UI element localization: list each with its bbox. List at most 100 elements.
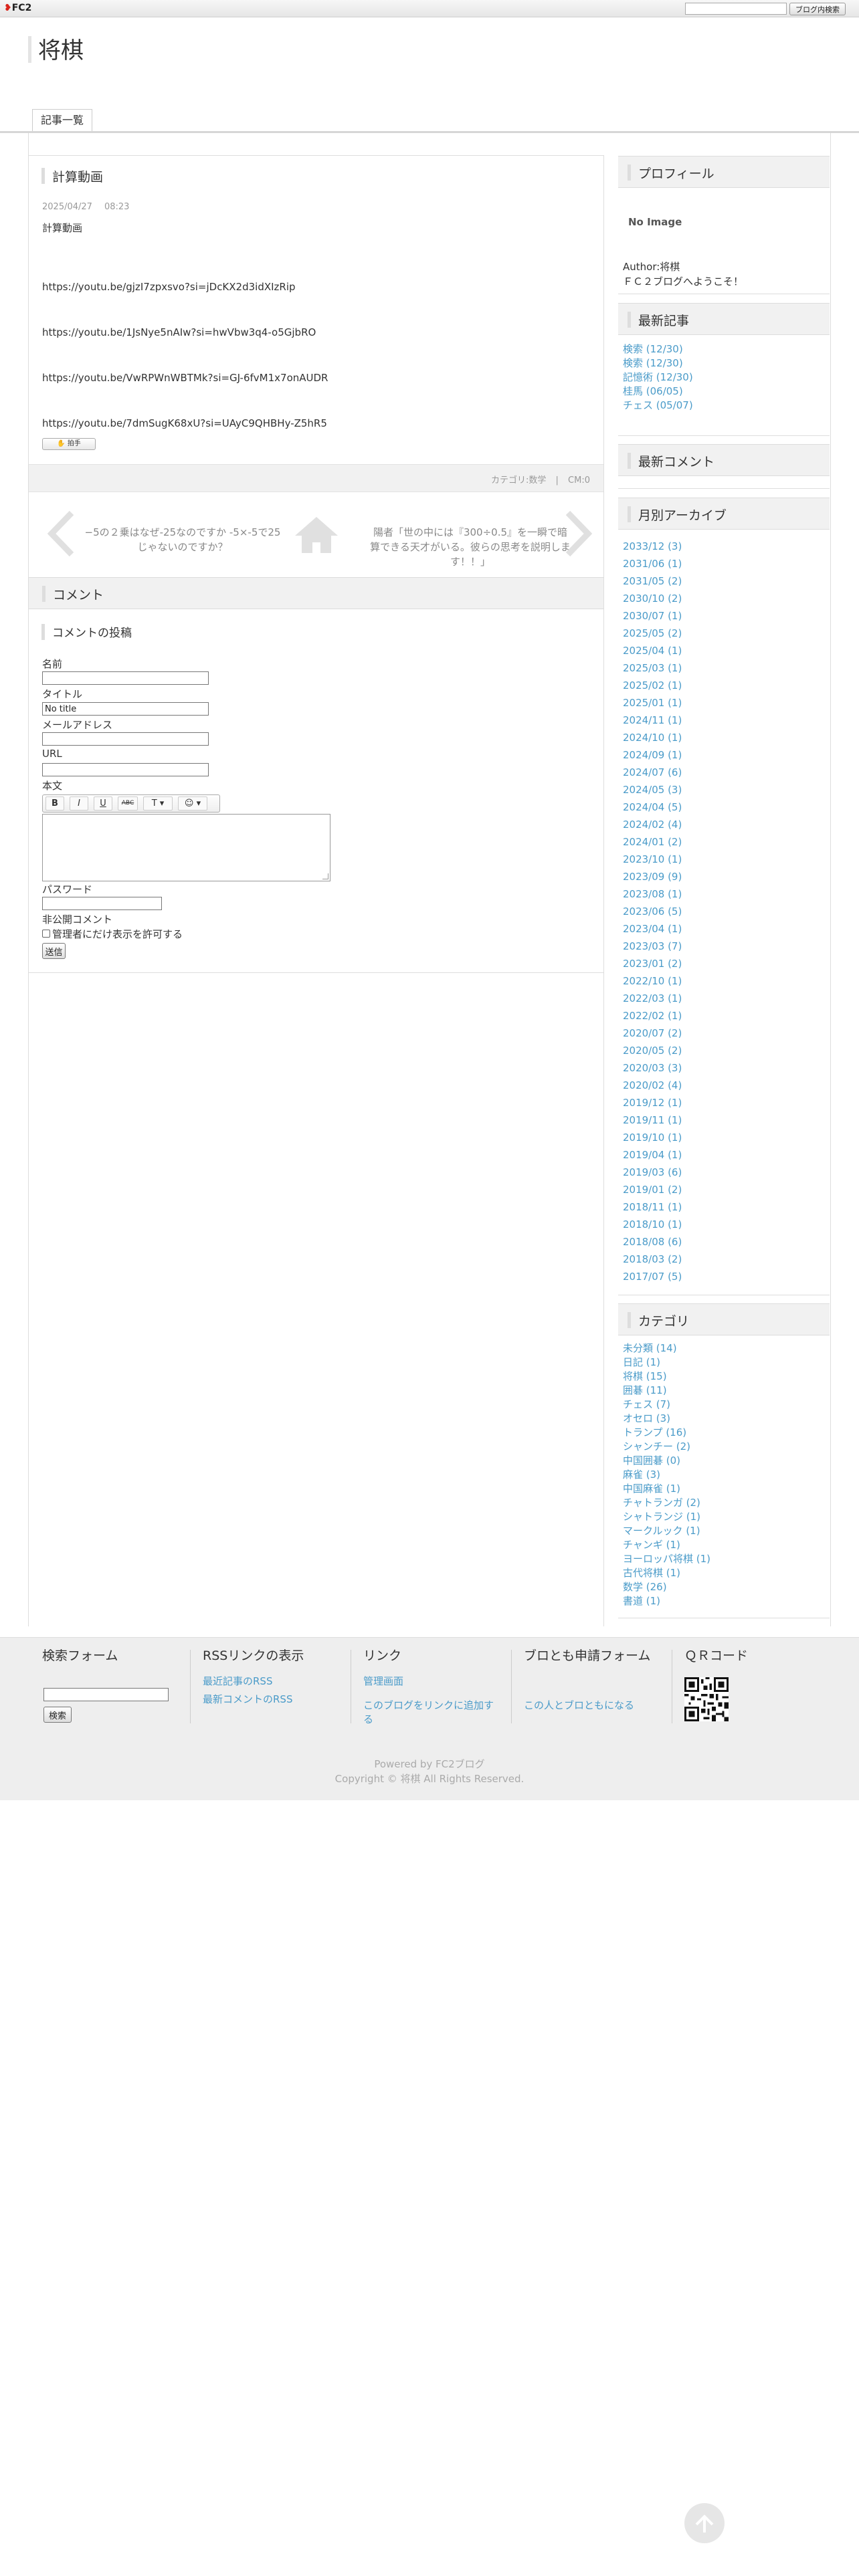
archive-item[interactable]: 2024/07 (6) bbox=[623, 764, 682, 781]
font-size-button[interactable]: T ▾ bbox=[143, 796, 173, 811]
fc2-logo[interactable]: ❥FC2 bbox=[4, 3, 31, 13]
private-checkbox[interactable] bbox=[42, 930, 50, 938]
blog-title[interactable]: 将棋 bbox=[38, 32, 84, 65]
archive-item[interactable]: 2020/02 (4) bbox=[623, 1077, 682, 1094]
archive-item[interactable]: 2017/07 (5) bbox=[623, 1268, 682, 1285]
footer-search-input[interactable] bbox=[43, 1688, 169, 1701]
powered-by-link[interactable]: Powered by FC2ブログ bbox=[0, 1757, 859, 1772]
next-entry-link[interactable]: 陽者「世の中には『300÷0.5』を一瞬で暗算できる天才がいる。彼らの思考を説明… bbox=[370, 525, 571, 569]
entry-title[interactable]: 計算動画 bbox=[41, 167, 103, 185]
archive-item[interactable]: 2022/10 (1) bbox=[623, 972, 682, 990]
category-item[interactable]: 書道 (1) bbox=[623, 1594, 710, 1608]
category-item[interactable]: 麻雀 (3) bbox=[623, 1468, 710, 1482]
category-item[interactable]: トランプ (16) bbox=[623, 1426, 710, 1440]
chevron-left-icon[interactable] bbox=[46, 510, 76, 557]
admin-link[interactable]: 管理画面 bbox=[363, 1675, 403, 1689]
recent-entry-item[interactable]: 桂馬 (06/05) bbox=[623, 385, 693, 399]
archive-item[interactable]: 2030/10 (2) bbox=[623, 590, 682, 607]
category-item[interactable]: マークルック (1) bbox=[623, 1524, 710, 1538]
archive-item[interactable]: 2024/05 (3) bbox=[623, 781, 682, 798]
video-link[interactable]: https://youtu.be/gjzI7zpxsvo?si=jDcKX2d3… bbox=[42, 281, 296, 293]
video-link[interactable]: https://youtu.be/1JsNye5nAIw?si=hwVbw3q4… bbox=[42, 326, 316, 338]
recent-entry-item[interactable]: 検索 (12/30) bbox=[623, 342, 693, 356]
email-field[interactable] bbox=[42, 732, 209, 746]
footer-search-button[interactable]: 検索 bbox=[43, 1707, 72, 1723]
recent-entry-item[interactable]: 記憶術 (12/30) bbox=[623, 370, 693, 385]
archive-item[interactable]: 2023/04 (1) bbox=[623, 920, 682, 938]
category-item[interactable]: 中国囲碁 (0) bbox=[623, 1454, 710, 1468]
clap-button[interactable]: ✋ 拍手 bbox=[42, 438, 96, 450]
category-item[interactable]: チェス (7) bbox=[623, 1398, 710, 1412]
name-field[interactable] bbox=[42, 671, 209, 685]
archive-item[interactable]: 2023/09 (9) bbox=[623, 868, 682, 885]
archive-item[interactable]: 2033/12 (3) bbox=[623, 538, 682, 555]
italic-button[interactable]: I bbox=[70, 796, 88, 811]
archive-item[interactable]: 2024/10 (1) bbox=[623, 729, 682, 746]
category-item[interactable]: チャトランガ (2) bbox=[623, 1496, 710, 1510]
strike-button[interactable]: ABC bbox=[118, 796, 138, 811]
video-link[interactable]: https://youtu.be/VwRPWnWBTMk?si=GJ-6fvM1… bbox=[42, 372, 328, 384]
archive-item[interactable]: 2019/01 (2) bbox=[623, 1181, 682, 1198]
category-item[interactable]: 将棋 (15) bbox=[623, 1370, 710, 1384]
archive-item[interactable]: 2025/04 (1) bbox=[623, 642, 682, 659]
archive-item[interactable]: 2018/08 (6) bbox=[623, 1233, 682, 1251]
archive-item[interactable]: 2018/11 (1) bbox=[623, 1198, 682, 1216]
archive-item[interactable]: 2023/10 (1) bbox=[623, 851, 682, 868]
prev-entry-link[interactable]: −5の２乗はなぜ-25なのですか -5×-5で25 じゃないのですか？ bbox=[82, 525, 283, 554]
archive-item[interactable]: 2023/03 (7) bbox=[623, 938, 682, 955]
archive-item[interactable]: 2031/06 (1) bbox=[623, 555, 682, 572]
blog-search-button[interactable]: ブログ内検索 bbox=[789, 3, 846, 15]
video-link[interactable]: https://youtu.be/7dmSugK68xU?si=UAyC9QHB… bbox=[42, 417, 327, 429]
category-item[interactable]: オセロ (3) bbox=[623, 1412, 710, 1426]
bold-button[interactable]: B bbox=[45, 796, 64, 811]
archive-item[interactable]: 2018/03 (2) bbox=[623, 1251, 682, 1268]
friend-request-link[interactable]: この人とブロともになる bbox=[524, 1699, 634, 1713]
archive-item[interactable]: 2024/11 (1) bbox=[623, 712, 682, 729]
archive-item[interactable]: 2024/02 (4) bbox=[623, 816, 682, 833]
body-textarea[interactable] bbox=[42, 814, 330, 881]
category-link[interactable]: カテゴリ:数学 bbox=[491, 475, 546, 486]
category-item[interactable]: 中国麻雀 (1) bbox=[623, 1482, 710, 1496]
archive-item[interactable]: 2019/12 (1) bbox=[623, 1094, 682, 1111]
comment-count-link[interactable]: CM:0 bbox=[568, 475, 590, 486]
archive-item[interactable]: 2023/08 (1) bbox=[623, 885, 682, 903]
home-icon[interactable] bbox=[295, 517, 338, 553]
category-item[interactable]: ヨーロッパ将棋 (1) bbox=[623, 1552, 710, 1566]
archive-item[interactable]: 2019/10 (1) bbox=[623, 1129, 682, 1146]
archive-item[interactable]: 2030/07 (1) bbox=[623, 607, 682, 625]
archive-item[interactable]: 2019/11 (1) bbox=[623, 1111, 682, 1129]
archive-item[interactable]: 2024/01 (2) bbox=[623, 833, 682, 851]
archive-item[interactable]: 2020/05 (2) bbox=[623, 1042, 682, 1059]
emoji-button[interactable]: ☺ ▾ bbox=[178, 796, 207, 811]
archive-item[interactable]: 2022/03 (1) bbox=[623, 990, 682, 1007]
submit-button[interactable]: 送信 bbox=[42, 943, 66, 959]
category-item[interactable]: 未分類 (14) bbox=[623, 1341, 710, 1356]
archive-item[interactable]: 2025/02 (1) bbox=[623, 677, 682, 694]
chevron-right-icon[interactable] bbox=[564, 510, 593, 557]
category-item[interactable]: シャトランジ (1) bbox=[623, 1510, 710, 1524]
archive-item[interactable]: 2025/03 (1) bbox=[623, 659, 682, 677]
category-item[interactable]: チャンギ (1) bbox=[623, 1538, 710, 1552]
recent-entry-item[interactable]: 検索 (12/30) bbox=[623, 356, 693, 370]
category-item[interactable]: 日記 (1) bbox=[623, 1356, 710, 1370]
category-item[interactable]: 数学 (26) bbox=[623, 1580, 710, 1594]
category-item[interactable]: 囲碁 (11) bbox=[623, 1384, 710, 1398]
archive-item[interactable]: 2019/03 (6) bbox=[623, 1164, 682, 1181]
archive-item[interactable]: 2023/06 (5) bbox=[623, 903, 682, 920]
archive-item[interactable]: 2023/01 (2) bbox=[623, 955, 682, 972]
rss-comments-link[interactable]: 最新コメントのRSS bbox=[203, 1693, 292, 1707]
archive-item[interactable]: 2020/03 (3) bbox=[623, 1059, 682, 1077]
archive-item[interactable]: 2025/01 (1) bbox=[623, 694, 682, 712]
blog-search-input[interactable] bbox=[685, 3, 787, 15]
recent-entry-item[interactable]: チェス (05/07) bbox=[623, 399, 693, 413]
archive-item[interactable]: 2031/05 (2) bbox=[623, 572, 682, 590]
category-item[interactable]: 古代将棋 (1) bbox=[623, 1566, 710, 1580]
archive-item[interactable]: 2024/04 (5) bbox=[623, 798, 682, 816]
add-blog-link[interactable]: このブログをリンクに追加する bbox=[363, 1699, 497, 1727]
archive-item[interactable]: 2019/04 (1) bbox=[623, 1146, 682, 1164]
archive-item[interactable]: 2024/09 (1) bbox=[623, 746, 682, 764]
rss-entries-link[interactable]: 最近記事のRSS bbox=[203, 1675, 272, 1689]
scroll-to-top-button[interactable] bbox=[684, 2503, 725, 2543]
archive-item[interactable]: 2022/02 (1) bbox=[623, 1007, 682, 1025]
underline-button[interactable]: U bbox=[94, 796, 112, 811]
